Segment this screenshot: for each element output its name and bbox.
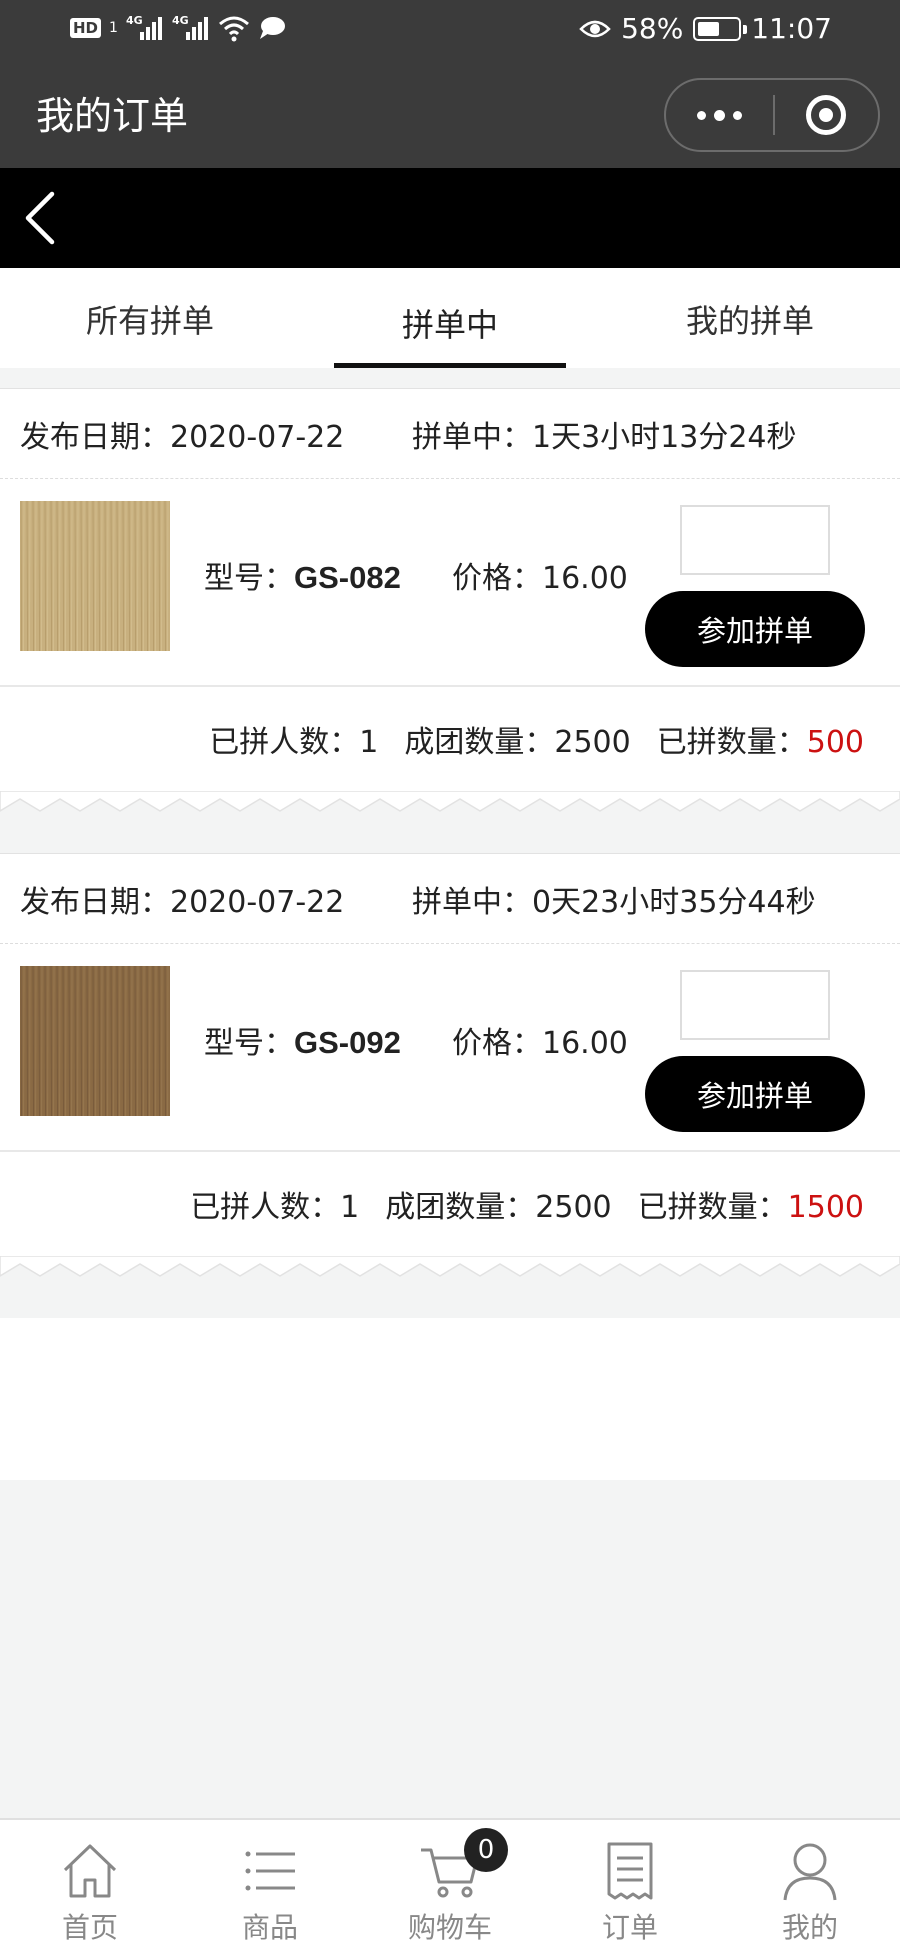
joined-quantity-value: 1500 bbox=[787, 1190, 864, 1225]
tabbar-label: 商品 bbox=[241, 1911, 298, 1944]
quantity-input[interactable] bbox=[680, 505, 830, 575]
product-price: 价格：16.00 bbox=[452, 561, 628, 596]
more-button[interactable] bbox=[666, 80, 773, 150]
tabbar-label: 我的 bbox=[781, 1911, 838, 1944]
tab-my-orders[interactable]: 我的拼单 bbox=[600, 268, 900, 368]
joined-quantity-label: 已拼数量： bbox=[637, 1190, 788, 1225]
tabbar-item-home[interactable]: 首页 bbox=[0, 1820, 180, 1950]
back-arrow-icon[interactable] bbox=[14, 188, 74, 248]
model-code: GS-092 bbox=[294, 1025, 401, 1060]
bottom-tab-bar: 首页 商品 0 购物车 订单 我的 bbox=[0, 1818, 900, 1950]
nav-bar bbox=[0, 168, 900, 268]
model-label: 型号： bbox=[204, 1026, 294, 1061]
tabbar-item-products[interactable]: 商品 bbox=[180, 1820, 360, 1950]
model-code: GS-082 bbox=[294, 560, 401, 595]
tabbar-label: 购物车 bbox=[407, 1911, 492, 1944]
home-icon bbox=[63, 1844, 117, 1898]
order-header: 发布日期：2020-07-22 拼单中：0天23小时35分44秒 bbox=[0, 854, 900, 944]
clock: 11:07 bbox=[751, 12, 832, 45]
battery-icon bbox=[693, 16, 748, 41]
model-label: 型号： bbox=[204, 561, 294, 596]
network-type: 4G bbox=[171, 14, 189, 27]
app-header: HD 1 4G 4G 58% 11:07 我的订单 bbox=[0, 0, 900, 168]
tabbar-item-cart[interactable]: 0 购物车 bbox=[360, 1820, 540, 1950]
countdown: 拼单中：1天3小时13分24秒 bbox=[412, 419, 797, 455]
group-quantity: 成团数量：2500 bbox=[385, 1190, 612, 1225]
tabbar-label: 订单 bbox=[601, 1911, 658, 1944]
signal-icon: 4G bbox=[172, 14, 210, 42]
order-stats: 已拼人数：1 成团数量：2500 已拼数量：500 bbox=[0, 687, 900, 791]
close-miniprogram-button[interactable] bbox=[775, 80, 879, 150]
eye-icon bbox=[579, 20, 611, 37]
signal-icon: 4G bbox=[126, 14, 164, 42]
cart-count-badge: 0 bbox=[464, 1828, 508, 1872]
join-group-button[interactable]: 参加拼单 bbox=[645, 1056, 865, 1132]
status-left: HD 1 4G 4G bbox=[70, 14, 286, 42]
joined-people: 已拼人数：1 bbox=[209, 725, 379, 760]
battery-fill bbox=[698, 21, 720, 36]
tab-in-progress[interactable]: 拼单中 bbox=[300, 268, 600, 368]
user-icon bbox=[783, 1843, 837, 1901]
order-tabs: 所有拼单 拼单中 我的拼单 bbox=[0, 268, 900, 368]
target-icon bbox=[806, 95, 847, 135]
tabbar-item-me[interactable]: 我的 bbox=[720, 1820, 900, 1950]
hd-sim-number: 1 bbox=[109, 20, 118, 36]
quantity-input[interactable] bbox=[680, 970, 830, 1040]
receipt-icon bbox=[607, 1842, 653, 1900]
countdown: 拼单中：0天23小时35分44秒 bbox=[412, 884, 816, 920]
miniprogram-capsule bbox=[664, 78, 880, 152]
joined-quantity: 已拼数量：500 bbox=[657, 717, 864, 761]
wifi-icon bbox=[218, 16, 249, 42]
tabbar-item-orders[interactable]: 订单 bbox=[540, 1820, 720, 1950]
product-model: 型号：GS-092 bbox=[204, 1018, 401, 1062]
zigzag-divider bbox=[0, 791, 900, 829]
product-image[interactable] bbox=[20, 501, 170, 651]
order-body: 型号：GS-092 价格：16.00 参加拼单 bbox=[0, 944, 900, 1152]
order-header: 发布日期：2020-07-22 拼单中：1天3小时13分24秒 bbox=[0, 389, 900, 479]
order-card: 发布日期：2020-07-22 拼单中：1天3小时13分24秒 型号：GS-08… bbox=[0, 388, 900, 829]
empty-area bbox=[0, 1318, 900, 1480]
publish-date: 发布日期：2020-07-22 bbox=[20, 419, 345, 455]
joined-quantity: 已拼数量：1500 bbox=[638, 1182, 864, 1226]
network-type: 4G bbox=[125, 14, 143, 27]
hd-icon: HD bbox=[70, 18, 102, 38]
joined-quantity-label: 已拼数量： bbox=[656, 725, 807, 760]
tabbar-label: 首页 bbox=[61, 1911, 118, 1944]
status-bar: HD 1 4G 4G 58% 11:07 bbox=[0, 0, 900, 60]
publish-date: 发布日期：2020-07-22 bbox=[20, 884, 345, 920]
join-group-button[interactable]: 参加拼单 bbox=[645, 591, 865, 667]
product-model: 型号：GS-082 bbox=[204, 553, 401, 597]
order-stats: 已拼人数：1 成团数量：2500 已拼数量：1500 bbox=[0, 1152, 900, 1256]
page-title: 我的订单 bbox=[36, 94, 189, 138]
order-card: 发布日期：2020-07-22 拼单中：0天23小时35分44秒 型号：GS-0… bbox=[0, 853, 900, 1294]
list-icon bbox=[245, 1851, 295, 1891]
order-body: 型号：GS-082 价格：16.00 参加拼单 bbox=[0, 479, 900, 687]
message-icon bbox=[259, 17, 285, 39]
zigzag-divider bbox=[0, 1256, 900, 1294]
product-price: 价格：16.00 bbox=[452, 1026, 628, 1061]
product-image[interactable] bbox=[20, 966, 170, 1116]
tab-all-orders[interactable]: 所有拼单 bbox=[0, 268, 300, 368]
joined-people: 已拼人数：1 bbox=[190, 1190, 360, 1225]
status-right: 58% 11:07 bbox=[579, 12, 832, 45]
battery-percent: 58% bbox=[621, 12, 684, 45]
group-quantity: 成团数量：2500 bbox=[404, 725, 631, 760]
joined-quantity-value: 500 bbox=[806, 725, 864, 760]
